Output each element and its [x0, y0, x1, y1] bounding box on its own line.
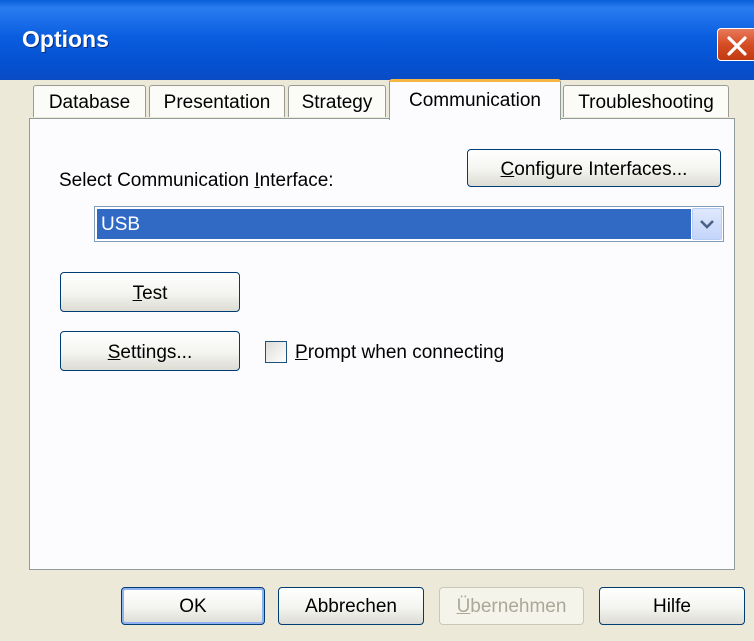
- close-button[interactable]: [717, 28, 754, 61]
- interface-label-text-end: nterface:: [259, 170, 334, 191]
- tab-presentation[interactable]: Presentation: [149, 85, 285, 117]
- tab-database[interactable]: Database: [33, 85, 146, 117]
- cancel-label: Abbrechen: [305, 596, 397, 617]
- window-title: Options: [22, 26, 109, 52]
- tab-label: Communication: [409, 90, 541, 111]
- interface-label: Select Communication Interface:: [59, 170, 334, 192]
- interface-label-text: Select Communication: [59, 170, 255, 191]
- configure-accesskey: C: [500, 159, 515, 180]
- close-icon: [727, 36, 747, 56]
- tab-strategy[interactable]: Strategy: [288, 85, 386, 117]
- tab-label: Database: [48, 92, 131, 113]
- apply-label: bernehmen: [470, 596, 567, 617]
- settings-label: ettings...: [120, 342, 193, 363]
- prompt-checkbox[interactable]: [265, 341, 287, 363]
- ok-label: OK: [179, 596, 207, 617]
- interface-select[interactable]: USB: [94, 206, 724, 242]
- tab-label: Presentation: [163, 92, 271, 113]
- tab-troubleshooting[interactable]: Troubleshooting: [563, 85, 729, 117]
- test-accesskey: T: [132, 283, 143, 304]
- help-label: Hilfe: [652, 596, 691, 617]
- apply-button[interactable]: Übernehmen: [439, 587, 584, 625]
- settings-accesskey: S: [107, 342, 121, 363]
- tab-label: Troubleshooting: [578, 92, 714, 113]
- title-bar: Options: [0, 0, 754, 80]
- configure-label: onfigure Interfaces...: [514, 159, 688, 180]
- ok-button[interactable]: OK: [121, 587, 265, 625]
- help-button[interactable]: Hilfe: [599, 587, 745, 625]
- test-button[interactable]: Test: [60, 272, 240, 312]
- prompt-accesskey: P: [295, 342, 308, 363]
- cancel-button[interactable]: Abbrechen: [278, 587, 424, 625]
- tab-communication[interactable]: Communication: [389, 79, 561, 120]
- dropdown-button[interactable]: [692, 208, 722, 240]
- settings-button[interactable]: Settings...: [60, 331, 240, 371]
- configure-interfaces-button[interactable]: Configure Interfaces...: [467, 149, 721, 187]
- chevron-down-icon: [700, 220, 714, 229]
- prompt-label[interactable]: Prompt when connecting: [295, 342, 504, 364]
- tab-label: Strategy: [301, 92, 373, 113]
- interface-select-value: USB: [97, 209, 691, 239]
- apply-accesskey: Ü: [456, 596, 471, 617]
- prompt-label-text: rompt when connecting: [307, 342, 505, 363]
- test-label: est: [142, 283, 168, 304]
